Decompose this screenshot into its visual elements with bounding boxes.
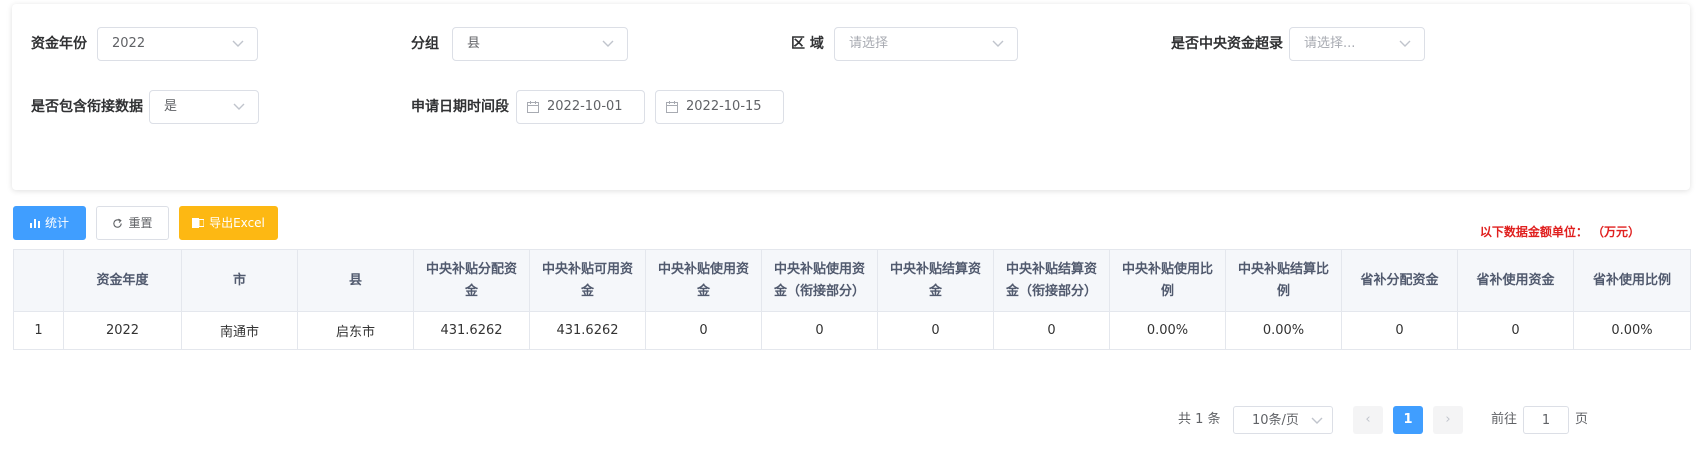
- include-link-select[interactable]: 是: [149, 90, 259, 124]
- table-cell: 0.00%: [1109, 311, 1226, 350]
- table-header-row: 资金年度 市 县 中央补贴分配资金 中央补贴可用资金 中央补贴使用资金 中央补贴…: [13, 249, 1691, 312]
- central-over-label: 是否中央资金超录: [1171, 36, 1283, 52]
- table-cell: 0: [1457, 311, 1574, 350]
- goto-label: 前往: [1491, 412, 1518, 427]
- table-cell: 0: [993, 311, 1110, 350]
- column-header: 县: [297, 249, 414, 312]
- next-page-button[interactable]: ›: [1433, 406, 1463, 434]
- refresh-icon: [113, 218, 123, 228]
- table-cell: 1: [13, 311, 64, 350]
- column-header: 资金年度: [63, 249, 182, 312]
- column-header: 省补使用资金: [1457, 249, 1574, 312]
- column-header: 中央补贴分配资金: [413, 249, 530, 312]
- end-date-value: 2022-10-15: [686, 99, 762, 114]
- chevron-left-icon: ‹: [1365, 412, 1371, 427]
- include-link-value: 是: [164, 99, 178, 114]
- central-over-placeholder: 请选择...: [1304, 36, 1356, 51]
- stats-button[interactable]: 统计: [13, 206, 86, 240]
- stats-button-label: 统计: [44, 216, 69, 230]
- chevron-right-icon: ›: [1445, 412, 1451, 427]
- table-row[interactable]: 1 2022 南通市 启东市 431.6262 431.6262 0 0 0 0…: [13, 311, 1691, 350]
- column-header: 中央补贴使用比例: [1109, 249, 1226, 312]
- column-header: 中央补贴结算比例: [1225, 249, 1342, 312]
- table-cell: 431.6262: [529, 311, 646, 350]
- column-header: 中央补贴结算资金（衔接部分）: [993, 249, 1110, 312]
- apply-date-label: 申请日期时间段: [411, 99, 509, 115]
- group-value: 县: [467, 36, 481, 51]
- chevron-down-icon: [1311, 417, 1323, 424]
- page-number-current[interactable]: 1: [1393, 406, 1423, 434]
- chevron-down-icon: [992, 40, 1004, 47]
- filter-panel: 资金年份 2022 分组 县 区 域 请选择 是否中央资金超录 请选择... 是…: [12, 4, 1690, 190]
- group-select[interactable]: 县: [452, 27, 628, 61]
- table-cell: 0: [761, 311, 878, 350]
- calendar-icon: [527, 101, 539, 113]
- table-cell: 0.00%: [1573, 311, 1691, 350]
- page-size-value: 10条/页: [1252, 413, 1299, 428]
- start-date-value: 2022-10-01: [547, 99, 623, 114]
- chevron-down-icon: [1399, 40, 1411, 47]
- fund-year-label: 资金年份: [31, 36, 87, 52]
- table-cell: 0: [1341, 311, 1458, 350]
- table-cell: 0: [877, 311, 994, 350]
- column-header: 省补分配资金: [1341, 249, 1458, 312]
- chevron-down-icon: [232, 40, 244, 47]
- export-excel-button[interactable]: 导出Excel: [179, 206, 278, 240]
- bar-chart-icon: [29, 219, 40, 228]
- goto-page-input[interactable]: 1: [1523, 406, 1569, 434]
- reset-button-label: 重置: [128, 216, 153, 230]
- reset-button[interactable]: 重置: [96, 206, 169, 240]
- pagination-total: 共 1 条: [1178, 412, 1221, 427]
- start-date-input[interactable]: 2022-10-01: [516, 90, 645, 124]
- region-select[interactable]: 请选择: [834, 27, 1018, 61]
- chevron-down-icon: [233, 103, 245, 110]
- column-header: 中央补贴结算资金: [877, 249, 994, 312]
- fund-year-select[interactable]: 2022: [97, 27, 258, 61]
- excel-icon: [192, 218, 205, 228]
- table-cell: 启东市: [297, 311, 414, 350]
- fund-year-value: 2022: [112, 36, 146, 51]
- column-header: 中央补贴使用资金（衔接部分）: [761, 249, 878, 312]
- calendar-icon: [666, 101, 678, 113]
- page-suffix-label: 页: [1575, 412, 1589, 427]
- region-label: 区 域: [791, 36, 824, 52]
- table-cell: 431.6262: [413, 311, 530, 350]
- column-header: 省补使用比例: [1573, 249, 1691, 312]
- end-date-input[interactable]: 2022-10-15: [655, 90, 784, 124]
- region-placeholder: 请选择: [849, 36, 889, 51]
- table-cell: 2022: [63, 311, 182, 350]
- export-excel-label: 导出Excel: [209, 216, 265, 230]
- group-label: 分组: [411, 36, 439, 52]
- amount-unit-note: 以下数据金额单位： （万元）: [1479, 225, 1640, 239]
- chevron-down-icon: [602, 40, 614, 47]
- table-cell: 0: [645, 311, 762, 350]
- column-header: [13, 249, 64, 312]
- column-header: 市: [181, 249, 298, 312]
- page-size-select[interactable]: 10条/页: [1233, 406, 1333, 434]
- table-cell: 0.00%: [1225, 311, 1342, 350]
- include-link-label: 是否包含衔接数据: [31, 99, 143, 115]
- stats-table: 资金年度 市 县 中央补贴分配资金 中央补贴可用资金 中央补贴使用资金 中央补贴…: [13, 249, 1691, 350]
- column-header: 中央补贴使用资金: [645, 249, 762, 312]
- central-over-select[interactable]: 请选择...: [1289, 27, 1425, 61]
- column-header: 中央补贴可用资金: [529, 249, 646, 312]
- table-cell: 南通市: [181, 311, 298, 350]
- prev-page-button[interactable]: ‹: [1353, 406, 1383, 434]
